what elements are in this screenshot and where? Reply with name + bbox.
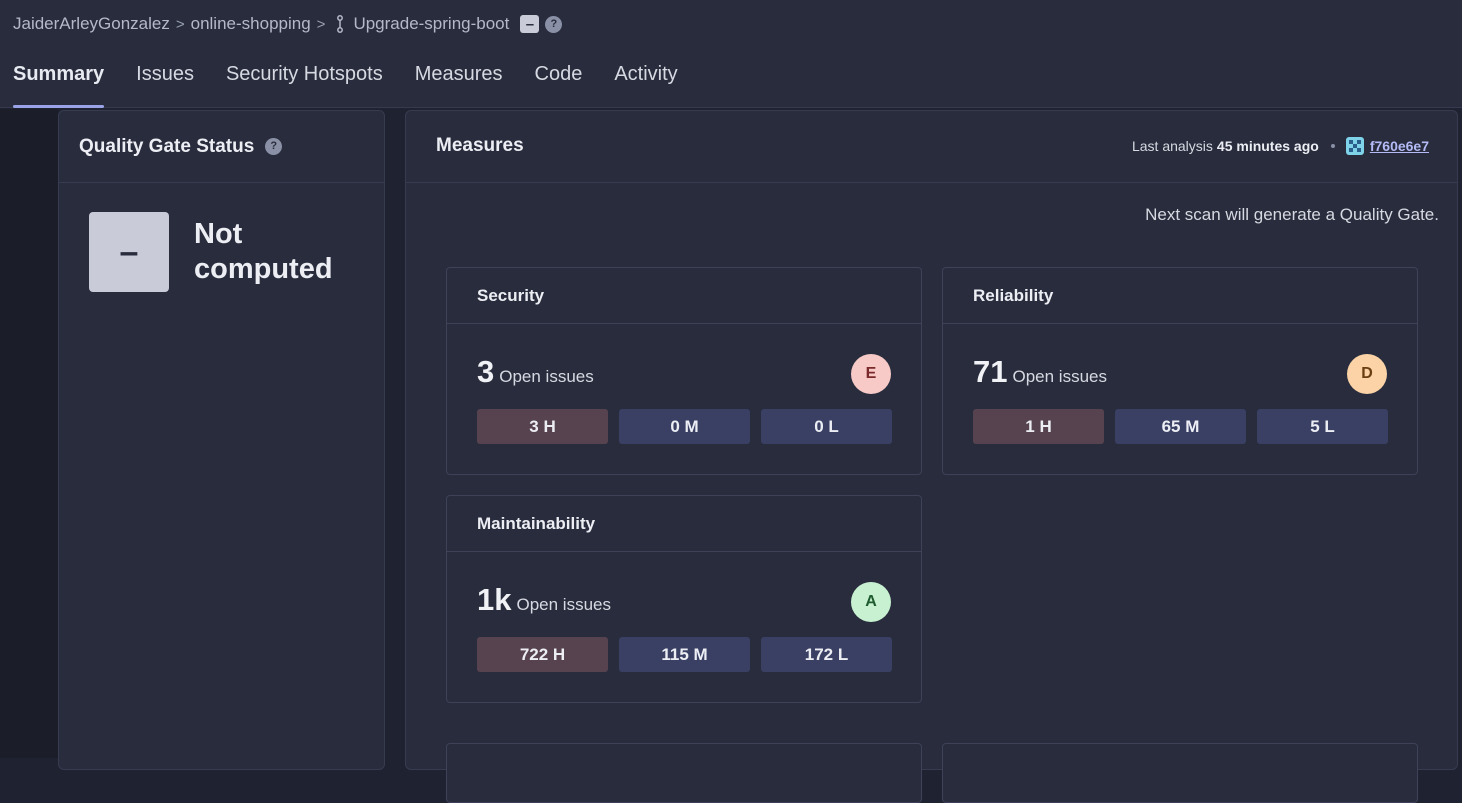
open-issues-label: Open issues — [499, 367, 594, 386]
measures-panel: Measures Last analysis 45 minutes ago f7… — [405, 110, 1458, 803]
maintainability-low-button[interactable]: 172 L — [761, 637, 892, 672]
maintainability-issue-count: 1k — [477, 582, 512, 617]
reliability-issue-count: 71 — [973, 354, 1008, 389]
quality-gate-status-icon: – — [89, 212, 169, 292]
project-header: JaiderArleyGonzalez > online-shopping > … — [0, 0, 1462, 108]
last-analysis: Last analysis 45 minutes ago f760e6e7 — [1132, 137, 1429, 155]
tab-security-hotspots[interactable]: Security Hotspots — [226, 52, 383, 108]
separator-dot — [1330, 144, 1335, 148]
commit-hash-link[interactable]: f760e6e7 — [1370, 138, 1429, 154]
security-low-button[interactable]: 0 L — [761, 409, 892, 444]
open-issues-label: Open issues — [1012, 367, 1107, 386]
tab-activity[interactable]: Activity — [614, 52, 677, 108]
left-rail — [0, 109, 58, 758]
security-severity-breakdown: 3 H 0 M 0 L — [477, 409, 903, 444]
breadcrumb-project[interactable]: online-shopping — [191, 14, 311, 34]
help-icon[interactable]: ? — [265, 138, 283, 155]
measures-title: Measures — [436, 135, 524, 156]
branch-status-badge: – — [520, 15, 540, 33]
quality-gate-status-text: Not computed — [194, 218, 333, 285]
quality-gate-panel: Quality Gate Status ? – Not computed — [58, 110, 385, 770]
tab-issues[interactable]: Issues — [136, 52, 194, 108]
breadcrumb-branch[interactable]: Upgrade-spring-boot — [353, 14, 509, 34]
next-measure-card — [942, 743, 1418, 803]
maintainability-card: Maintainability 1k Open issues A 722 H 1… — [446, 495, 922, 703]
help-icon[interactable]: ? — [545, 15, 563, 33]
measures-header: Measures Last analysis 45 minutes ago f7… — [406, 111, 1457, 183]
maintainability-medium-button[interactable]: 115 M — [619, 637, 750, 672]
quality-gate-title: Quality Gate Status — [79, 135, 255, 157]
reliability-card: Reliability 71 Open issues D 1 H 65 M 5 … — [942, 267, 1418, 475]
reliability-medium-button[interactable]: 65 M — [1115, 409, 1246, 444]
reliability-card-title: Reliability — [943, 268, 1417, 324]
security-grade-badge: E — [851, 354, 891, 394]
security-card-title: Security — [447, 268, 921, 324]
security-medium-button[interactable]: 0 M — [619, 409, 750, 444]
security-open-issues[interactable]: 3 Open issues — [477, 354, 594, 390]
reliability-open-issues[interactable]: 71 Open issues — [973, 354, 1107, 390]
tab-summary[interactable]: Summary — [13, 52, 105, 108]
tab-code[interactable]: Code — [535, 52, 583, 108]
reliability-severity-breakdown: 1 H 65 M 5 L — [973, 409, 1399, 444]
quality-gate-header: Quality Gate Status ? — [59, 111, 384, 183]
breadcrumb: JaiderArleyGonzalez > online-shopping > … — [13, 12, 563, 36]
last-analysis-label: Last analysis — [1131, 138, 1213, 154]
reliability-low-button[interactable]: 5 L — [1257, 409, 1388, 444]
breadcrumb-organization[interactable]: JaiderArleyGonzalez — [13, 14, 170, 34]
project-nav-tabs: Summary Issues Security Hotspots Measure… — [13, 52, 710, 108]
commit-avatar-icon — [1345, 137, 1364, 155]
maintainability-high-button[interactable]: 722 H — [477, 637, 608, 672]
quality-gate-scan-note: Next scan will generate a Quality Gate. — [1145, 205, 1439, 224]
maintainability-open-issues[interactable]: 1k Open issues — [477, 582, 611, 618]
tab-measures[interactable]: Measures — [415, 52, 503, 108]
maintainability-grade-badge: A — [851, 582, 891, 622]
maintainability-severity-breakdown: 722 H 115 M 172 L — [477, 637, 903, 672]
security-issue-count: 3 — [477, 354, 495, 389]
security-high-button[interactable]: 3 H — [477, 409, 608, 444]
open-issues-label: Open issues — [516, 595, 611, 614]
next-measure-card — [446, 743, 922, 803]
security-card: Security 3 Open issues E 3 H 0 M 0 L — [446, 267, 922, 475]
branch-icon — [337, 15, 344, 33]
reliability-high-button[interactable]: 1 H — [973, 409, 1104, 444]
maintainability-card-title: Maintainability — [447, 496, 921, 552]
chevron-right-icon: > — [316, 15, 326, 33]
last-analysis-time: 45 minutes ago — [1216, 138, 1319, 154]
chevron-right-icon: > — [175, 15, 185, 33]
reliability-grade-badge: D — [1347, 354, 1387, 394]
